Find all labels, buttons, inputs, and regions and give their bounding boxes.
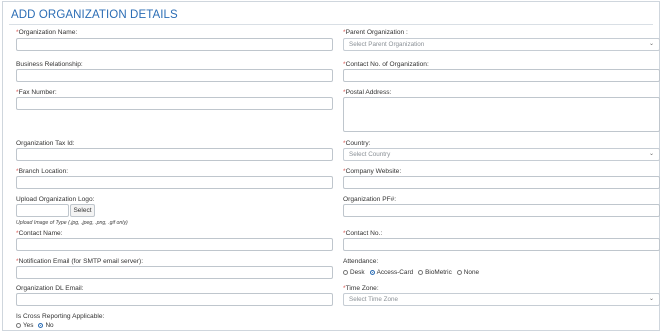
- dl-email-label: Organization DL Email:: [16, 285, 84, 292]
- fax-label: *Fax Number:: [16, 89, 57, 96]
- timezone-label: *Time Zone:: [343, 285, 379, 292]
- form-panel: ADD ORGANIZATION DETAILS *Organization N…: [2, 1, 660, 331]
- parent-org-label: *Parent Organization :: [343, 29, 408, 36]
- select-logo-button[interactable]: Select: [70, 204, 95, 217]
- radio-icon: [343, 270, 348, 275]
- contact-no-label: *Contact No.:: [343, 230, 383, 237]
- radio-selected-icon: [369, 270, 375, 275]
- header-divider: [9, 24, 653, 25]
- tax-id-input[interactable]: [16, 148, 333, 161]
- radio-icon: [16, 323, 21, 328]
- chevron-down-icon: ⌄: [648, 151, 654, 157]
- page-title: ADD ORGANIZATION DETAILS: [11, 9, 178, 21]
- website-label: *Company Website:: [343, 168, 402, 175]
- fax-input[interactable]: [16, 97, 333, 110]
- attendance-option-none[interactable]: None: [456, 269, 479, 276]
- radio-icon: [456, 270, 462, 275]
- postal-label: *Postal Address:: [343, 89, 392, 96]
- website-input[interactable]: [343, 176, 660, 189]
- contact-no-input[interactable]: [343, 238, 660, 251]
- parent-org-select[interactable]: Select Parent Organization ⌄: [343, 38, 660, 51]
- country-label: *Country:: [343, 140, 371, 147]
- cross-report-radio-group: Yes No: [16, 322, 59, 329]
- business-rel-input[interactable]: [16, 69, 333, 82]
- business-rel-label: Business Relationship:: [16, 61, 83, 68]
- country-placeholder: Select Country: [349, 151, 391, 158]
- contact-name-label: *Contact Name:: [16, 230, 63, 237]
- radio-icon: [418, 270, 424, 275]
- org-name-label: *Organization Name:: [16, 29, 78, 36]
- chevron-down-icon: ⌄: [648, 296, 654, 302]
- pf-label: Organization PF#:: [343, 196, 397, 203]
- chevron-down-icon: ⌄: [648, 41, 654, 47]
- attendance-option-desk[interactable]: Desk: [343, 269, 365, 276]
- cross-report-label: Is Cross Reporting Applicable:: [16, 313, 105, 320]
- attendance-option-biometric[interactable]: BioMetric: [418, 269, 452, 276]
- dl-email-input[interactable]: [16, 293, 333, 306]
- timezone-select[interactable]: Select Time Zone ⌄: [343, 293, 660, 306]
- radio-selected-icon: [38, 323, 44, 328]
- notif-email-label: *Notification Email (for SMTP email serv…: [16, 258, 144, 265]
- postal-address-textarea[interactable]: [343, 97, 660, 132]
- attendance-label: Attendance:: [343, 258, 379, 265]
- pf-input[interactable]: [343, 204, 660, 217]
- attendance-option-access-card[interactable]: Access-Card: [369, 269, 413, 276]
- cross-report-option-no[interactable]: No: [38, 322, 54, 329]
- logo-hint: Upload Image of Type (.jpg, .jpeg, .png,…: [16, 220, 128, 226]
- notif-email-input[interactable]: [16, 266, 333, 279]
- contact-name-input[interactable]: [16, 238, 333, 251]
- logo-file-input[interactable]: [16, 204, 69, 217]
- org-name-input[interactable]: [16, 38, 333, 51]
- tax-id-label: Organization Tax Id:: [16, 140, 75, 147]
- logo-label: Upload Organization Logo:: [16, 196, 95, 203]
- branch-input[interactable]: [16, 176, 333, 189]
- attendance-radio-group: Desk Access-Card BioMetric None: [343, 269, 484, 276]
- country-select[interactable]: Select Country ⌄: [343, 148, 660, 161]
- branch-label: *Branch Location:: [16, 168, 69, 175]
- contact-no-org-input[interactable]: [343, 69, 660, 82]
- contact-no-org-label: *Contact No. of Organization:: [343, 61, 429, 68]
- cross-report-option-yes[interactable]: Yes: [16, 322, 33, 329]
- parent-org-placeholder: Select Parent Organization: [349, 41, 425, 48]
- timezone-placeholder: Select Time Zone: [349, 296, 398, 303]
